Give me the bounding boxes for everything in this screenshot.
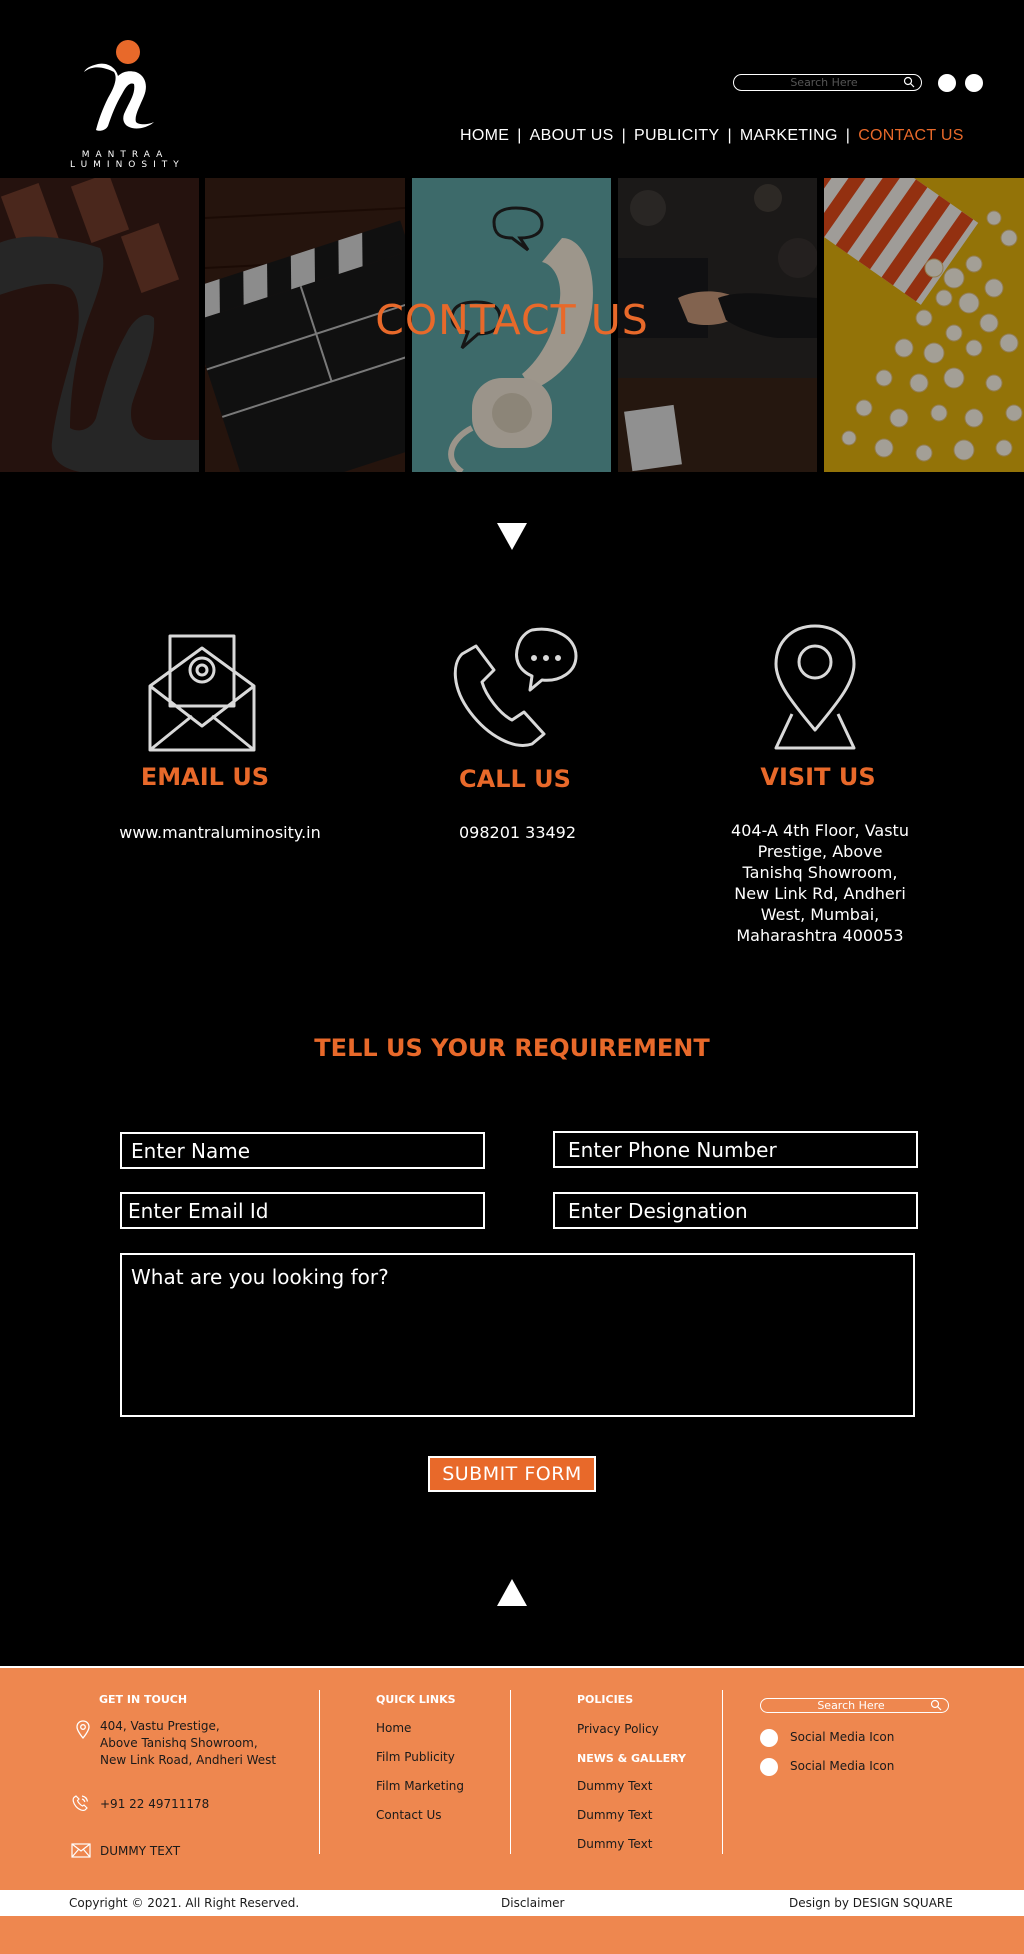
logo-text-top: MANTRAA (81, 150, 169, 160)
footer-policies-heading: POLICIES (577, 1693, 634, 1706)
message-textarea[interactable] (122, 1255, 913, 1415)
visit-us-title: VISIT US (760, 763, 876, 791)
footer-email[interactable]: DUMMY TEXT (100, 1843, 180, 1860)
nav-about-us[interactable]: ABOUT US (530, 127, 614, 145)
footer-link-film-publicity[interactable]: Film Publicity (376, 1750, 455, 1764)
footer-divider (722, 1690, 723, 1854)
site-header: MANTRAA LUMINOSITY HOME | ABOUT US | PUB… (0, 0, 1024, 178)
copyright-bar: Copyright © 2021. All Right Reserved. Di… (0, 1890, 1024, 1916)
call-us-text[interactable]: 098201 33492 (420, 822, 615, 843)
footer-search[interactable] (760, 1698, 949, 1713)
logo-mark-icon (84, 40, 154, 131)
submit-form-button[interactable]: SUBMIT FORM (428, 1456, 596, 1492)
footer-news-item[interactable]: Dummy Text (577, 1808, 652, 1822)
footer-divider (510, 1690, 511, 1854)
footer-news-heading: NEWS & GALLERY (577, 1752, 686, 1765)
email-field[interactable] (120, 1192, 485, 1229)
nav-publicity[interactable]: PUBLICITY (634, 127, 719, 145)
social-media-label[interactable]: Social Media Icon (790, 1759, 894, 1773)
phone-small-icon (72, 1795, 89, 1811)
name-input[interactable] (122, 1134, 483, 1167)
requirement-form-title: TELL US YOUR REQUIREMENT (314, 1034, 710, 1062)
address-line: West, Mumbai, (760, 905, 880, 924)
social-icon-1[interactable] (938, 74, 956, 92)
phone-icon (453, 627, 578, 747)
phone-field[interactable] (553, 1131, 918, 1168)
design-credit[interactable]: Design by DESIGN SQUARE (789, 1896, 953, 1910)
hero-banner: CONTACT US (0, 178, 1024, 472)
social-icon-2[interactable] (965, 74, 983, 92)
scroll-to-top-arrow-icon[interactable] (497, 1579, 527, 1606)
address-line: Maharashtra 400053 (736, 926, 904, 945)
footer-news-item[interactable]: Dummy Text (577, 1779, 652, 1793)
location-pin-icon (774, 624, 856, 750)
footer-search-input[interactable] (771, 1699, 931, 1711)
nav-separator: | (845, 127, 851, 144)
copyright-text: Copyright © 2021. All Right Reserved. (69, 1896, 300, 1910)
email-input[interactable] (122, 1194, 483, 1227)
brand-logo[interactable]: MANTRAA LUMINOSITY (70, 38, 180, 170)
address-line: 404-A 4th Floor, Vastu (731, 821, 909, 840)
footer-news-item[interactable]: Dummy Text (577, 1837, 652, 1851)
nav-separator: | (621, 127, 627, 144)
address-line: Prestige, Above (757, 842, 883, 861)
footer-address-line: Above Tanishq Showroom, (100, 1736, 258, 1750)
search-icon[interactable] (930, 1699, 942, 1711)
nav-contact-us[interactable]: CONTACT US (858, 127, 964, 145)
location-icon (76, 1720, 90, 1739)
message-field[interactable] (120, 1253, 915, 1417)
phone-input[interactable] (555, 1133, 916, 1166)
site-footer: GET IN TOUCH 404, Vastu Prestige, Above … (0, 1666, 1024, 1890)
scroll-down-arrow-icon[interactable] (497, 523, 527, 550)
footer-quick-links-heading: QUICK LINKS (376, 1693, 456, 1706)
social-media-label[interactable]: Social Media Icon (790, 1730, 894, 1744)
header-search-input[interactable] (744, 75, 904, 89)
header-search[interactable] (733, 74, 922, 91)
search-icon[interactable] (903, 76, 915, 88)
footer-divider (319, 1690, 320, 1854)
main-nav: HOME | ABOUT US | PUBLICITY | MARKETING … (460, 125, 964, 147)
footer-link-film-marketing[interactable]: Film Marketing (376, 1779, 464, 1793)
visit-us-address: 404-A 4th Floor, Vastu Prestige, Above T… (710, 820, 930, 946)
logo-text-bottom: LUMINOSITY (70, 160, 185, 170)
footer-link-privacy-policy[interactable]: Privacy Policy (577, 1722, 659, 1736)
nav-separator: | (727, 127, 732, 144)
address-line: Tanishq Showroom, (742, 863, 898, 882)
footer-address-line: 404, Vastu Prestige, (100, 1719, 220, 1733)
mail-small-icon (71, 1843, 91, 1858)
page-title: CONTACT US (375, 296, 649, 344)
nav-separator: | (517, 127, 522, 144)
address-line: New Link Rd, Andheri (734, 884, 906, 903)
footer-address-line: New Link Road, Andheri West (100, 1753, 277, 1767)
footer-address: 404, Vastu Prestige, Above Tanishq Showr… (100, 1718, 320, 1769)
email-us-text[interactable]: www.mantraluminosity.in (100, 822, 340, 843)
footer-link-home[interactable]: Home (376, 1721, 411, 1735)
social-media-icon[interactable] (760, 1758, 778, 1776)
disclaimer-link[interactable]: Disclaimer (501, 1896, 564, 1910)
footer-bottom-strip (0, 1916, 1024, 1954)
designation-field[interactable] (553, 1192, 918, 1229)
name-field[interactable] (120, 1132, 485, 1169)
envelope-icon (148, 634, 256, 752)
nav-marketing[interactable]: MARKETING (740, 127, 838, 145)
footer-phone[interactable]: +91 22 49711178 (100, 1796, 209, 1813)
social-media-icon[interactable] (760, 1729, 778, 1747)
email-us-title: EMAIL US (140, 763, 270, 791)
call-us-title: CALL US (459, 765, 571, 793)
nav-home[interactable]: HOME (460, 127, 509, 145)
footer-link-contact-us[interactable]: Contact Us (376, 1808, 442, 1822)
footer-get-in-touch-heading: GET IN TOUCH (99, 1693, 188, 1706)
designation-input[interactable] (555, 1194, 916, 1227)
